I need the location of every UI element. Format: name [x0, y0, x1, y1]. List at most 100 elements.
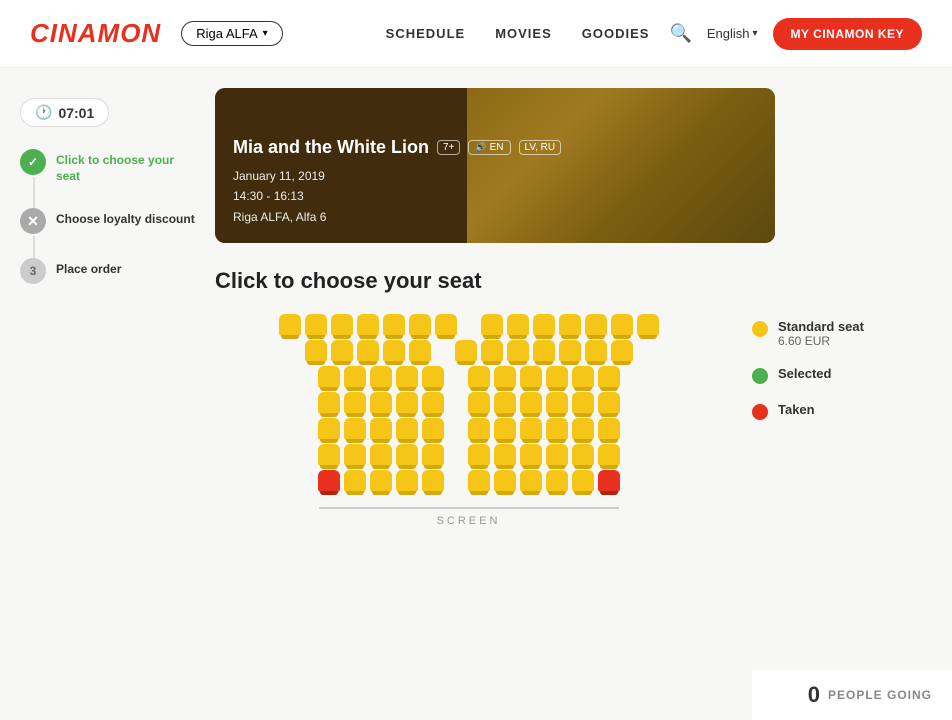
seat[interactable]	[422, 366, 444, 388]
seat[interactable]	[572, 418, 594, 440]
main-nav: SCHEDULE MOVIES GOODIES	[386, 26, 650, 41]
seat[interactable]	[396, 444, 418, 466]
seat[interactable]	[520, 470, 542, 492]
seat[interactable]	[507, 314, 529, 336]
seat[interactable]	[357, 340, 379, 362]
seat[interactable]	[331, 314, 353, 336]
seat[interactable]	[422, 392, 444, 414]
seat-map-container: SCREEN	[215, 314, 722, 527]
seat[interactable]	[585, 314, 607, 336]
seat[interactable]	[318, 366, 340, 388]
seat[interactable]	[494, 418, 516, 440]
seat[interactable]	[494, 392, 516, 414]
seat[interactable]	[468, 392, 490, 414]
search-icon[interactable]: 🔍	[669, 23, 691, 44]
nav-movies[interactable]: MOVIES	[495, 26, 552, 41]
seat[interactable]	[546, 418, 568, 440]
seat[interactable]	[396, 366, 418, 388]
seat[interactable]	[344, 392, 366, 414]
seat[interactable]	[520, 392, 542, 414]
language-label: English	[707, 26, 750, 41]
seat[interactable]	[546, 366, 568, 388]
seat[interactable]	[520, 418, 542, 440]
language-button[interactable]: English ▾	[707, 26, 758, 41]
seat[interactable]	[370, 366, 392, 388]
nav-schedule[interactable]: SCHEDULE	[386, 26, 466, 41]
seat[interactable]	[344, 470, 366, 492]
legend-standard-price: 6.60 EUR	[778, 334, 864, 348]
people-count: 0	[808, 682, 820, 708]
seat[interactable]	[344, 366, 366, 388]
seat[interactable]	[318, 392, 340, 414]
seat[interactable]	[494, 470, 516, 492]
seat[interactable]	[279, 314, 301, 336]
seat[interactable]	[507, 340, 529, 362]
location-button[interactable]: Riga ALFA ▾	[181, 21, 282, 46]
seat[interactable]	[396, 470, 418, 492]
seat[interactable]	[572, 366, 594, 388]
seat[interactable]	[455, 340, 477, 362]
seat[interactable]	[494, 366, 516, 388]
seat[interactable]	[546, 444, 568, 466]
seat[interactable]	[520, 366, 542, 388]
seat[interactable]	[533, 314, 555, 336]
legend-selected-label: Selected	[778, 366, 831, 381]
seat-aisle-gap	[448, 366, 464, 388]
seat[interactable]	[533, 340, 555, 362]
my-cinamon-key-button[interactable]: MY CINAMON KEY	[773, 18, 922, 50]
chevron-down-icon: ▾	[753, 28, 758, 39]
seat[interactable]	[422, 444, 444, 466]
seat[interactable]	[370, 470, 392, 492]
seat[interactable]	[611, 340, 633, 362]
seat[interactable]	[357, 314, 379, 336]
seat[interactable]	[585, 340, 607, 362]
seat[interactable]	[572, 392, 594, 414]
step-1: ✓ Click to choose your seat	[20, 149, 200, 208]
seat[interactable]	[481, 340, 503, 362]
seat[interactable]	[468, 444, 490, 466]
seat[interactable]	[520, 444, 542, 466]
seat[interactable]	[559, 340, 581, 362]
seat[interactable]	[318, 418, 340, 440]
seat[interactable]	[546, 392, 568, 414]
seat[interactable]	[572, 444, 594, 466]
seat[interactable]	[494, 444, 516, 466]
seat[interactable]	[370, 392, 392, 414]
seat[interactable]	[481, 314, 503, 336]
seat[interactable]	[344, 444, 366, 466]
seat[interactable]	[318, 444, 340, 466]
seat[interactable]	[435, 314, 457, 336]
seat[interactable]	[572, 470, 594, 492]
seat[interactable]	[422, 470, 444, 492]
seat[interactable]	[409, 314, 431, 336]
seat[interactable]	[305, 314, 327, 336]
seat[interactable]	[370, 444, 392, 466]
nav-goodies[interactable]: GOODIES	[582, 26, 650, 41]
seat[interactable]	[331, 340, 353, 362]
seat[interactable]	[559, 314, 581, 336]
movie-banner: Mia and the White Lion 7+ 🔊 EN LV, RU Ja…	[215, 88, 775, 243]
seat[interactable]	[468, 366, 490, 388]
seat[interactable]	[468, 418, 490, 440]
seat[interactable]	[598, 366, 620, 388]
seat[interactable]	[383, 314, 405, 336]
seat[interactable]	[370, 418, 392, 440]
seat[interactable]	[422, 418, 444, 440]
seat[interactable]	[598, 418, 620, 440]
section-title: Click to choose your seat	[215, 268, 932, 294]
seat[interactable]	[409, 340, 431, 362]
seat-row	[318, 444, 620, 466]
seat[interactable]	[611, 314, 633, 336]
seat[interactable]	[344, 418, 366, 440]
seat[interactable]	[383, 340, 405, 362]
seat[interactable]	[396, 418, 418, 440]
sidebar-time: 07:01	[58, 105, 94, 121]
seat[interactable]	[546, 470, 568, 492]
seat[interactable]	[637, 314, 659, 336]
seat[interactable]	[598, 392, 620, 414]
seat[interactable]	[598, 444, 620, 466]
lang-badge-en: 🔊 EN	[468, 140, 510, 155]
seat[interactable]	[468, 470, 490, 492]
seat[interactable]	[305, 340, 327, 362]
seat[interactable]	[396, 392, 418, 414]
